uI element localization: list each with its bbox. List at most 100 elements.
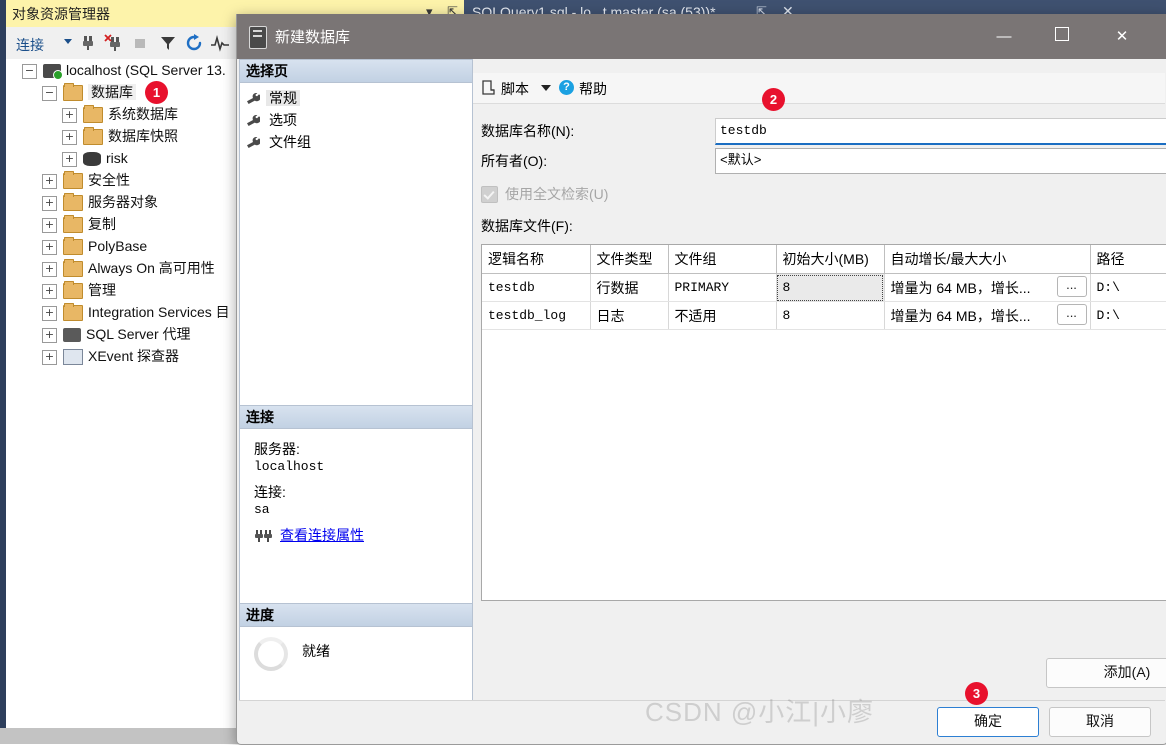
selection-page-options[interactable]: 选项	[246, 109, 472, 131]
col-file-type[interactable]: 文件类型	[590, 245, 669, 274]
cell-path[interactable]: D:\	[1090, 301, 1166, 330]
tree-node-label: SQL Server 代理	[86, 326, 191, 342]
filter-icon[interactable]	[158, 33, 178, 53]
db-name-input[interactable]: testdb	[715, 118, 1166, 145]
tree-node-label: 管理	[88, 282, 116, 298]
close-button[interactable]: ✕	[1099, 14, 1145, 59]
dialog-right-top-spacer	[473, 59, 1165, 73]
view-connection-properties-link[interactable]: 查看连接属性	[280, 527, 364, 543]
minimize-button[interactable]: —	[981, 14, 1027, 59]
folder-icon	[83, 105, 103, 124]
cell-file-type[interactable]: 行数据	[590, 273, 669, 302]
cancel-button[interactable]: 取消	[1049, 707, 1151, 737]
expander-icon[interactable]: −	[42, 85, 57, 101]
expander-icon[interactable]: +	[62, 107, 77, 123]
disconnect-icon[interactable]	[104, 33, 124, 53]
help-icon[interactable]: ?	[559, 80, 574, 95]
selection-page-list[interactable]: 常规 选项 文件组	[240, 83, 472, 153]
object-explorer-title: 对象资源管理器	[12, 6, 110, 22]
expander-icon[interactable]: +	[42, 239, 57, 255]
table-row[interactable]: testdb_log 日志 不适用 8 增量为 64 MB，增长... ... …	[482, 301, 1166, 330]
expander-icon[interactable]: +	[42, 173, 57, 189]
wrench-icon	[246, 92, 262, 106]
server-value: localhost	[254, 459, 325, 474]
expander-icon[interactable]: −	[22, 63, 37, 79]
activity-monitor-icon[interactable]	[210, 33, 230, 53]
expander-icon[interactable]: +	[42, 195, 57, 211]
autogrowth-browse-button[interactable]: ...	[1056, 276, 1087, 297]
wrench-icon	[246, 136, 262, 150]
selection-page-label: 文件组	[269, 134, 311, 150]
cell-initial-size[interactable]: 8	[776, 301, 885, 330]
col-logical-name[interactable]: 逻辑名称	[482, 245, 591, 274]
ok-button[interactable]: 确定	[937, 707, 1039, 737]
server-icon	[43, 64, 63, 81]
db-name-label: 数据库名称(N):	[481, 123, 575, 139]
xevent-icon	[63, 349, 83, 366]
chevron-down-icon[interactable]	[541, 85, 551, 91]
owner-input[interactable]: <默认>	[715, 148, 1166, 174]
autogrowth-browse-button[interactable]: ...	[1056, 304, 1087, 325]
cell-filegroup[interactable]: PRIMARY	[668, 273, 777, 302]
cell-initial-size[interactable]: 8	[776, 273, 885, 302]
expander-icon[interactable]: +	[42, 261, 57, 277]
help-button-label[interactable]: 帮助	[579, 79, 607, 99]
owner-label: 所有者(O):	[481, 153, 548, 169]
tree-node-label: 数据库	[88, 84, 136, 100]
marker-badge-1: 1	[145, 80, 168, 104]
folder-icon	[63, 237, 83, 256]
cell-logical-name[interactable]: testdb_log	[482, 301, 591, 330]
marker-badge-3: 3	[965, 682, 988, 705]
selection-page-general[interactable]: 常规	[246, 87, 472, 109]
database-icon	[83, 152, 101, 167]
cell-path[interactable]: D:\	[1090, 273, 1166, 302]
marker-badge-2: 2	[762, 88, 785, 111]
expander-icon[interactable]: +	[42, 283, 57, 299]
col-initial-size[interactable]: 初始大小(MB)	[776, 245, 885, 274]
db-files-label: 数据库文件(F):	[481, 218, 573, 234]
connection-section: 连接 服务器: localhost 连接: sa 查看连接属性	[240, 405, 472, 545]
cell-logical-name[interactable]: testdb	[482, 273, 591, 302]
selection-page-label: 常规	[266, 90, 300, 106]
maximize-button[interactable]	[1039, 14, 1085, 59]
script-button-label[interactable]: 脚本	[501, 79, 529, 99]
folder-icon	[83, 127, 103, 146]
stop-icon	[130, 33, 150, 53]
tree-node-label: 复制	[88, 216, 116, 232]
script-toolbar: 脚本 ? 帮助	[473, 73, 1165, 104]
chevron-down-icon[interactable]	[64, 39, 72, 44]
folder-icon	[63, 259, 83, 278]
dialog-titlebar[interactable]: 新建数据库 — ✕	[237, 14, 1166, 59]
agent-icon	[63, 328, 81, 343]
folder-icon	[63, 303, 83, 322]
selection-page-filegroups[interactable]: 文件组	[246, 131, 472, 153]
progress-header: 进度	[240, 603, 472, 627]
cell-file-type[interactable]: 日志	[590, 301, 669, 330]
autogrowth-text: 增量为 64 MB，增长...	[890, 307, 1031, 324]
cell-filegroup[interactable]: 不适用	[668, 301, 777, 330]
refresh-icon[interactable]	[184, 33, 204, 53]
tree-node-label: XEvent 探查器	[88, 348, 180, 364]
expander-icon[interactable]: +	[62, 151, 77, 167]
expander-icon[interactable]: +	[62, 129, 77, 145]
cell-autogrowth[interactable]: 增量为 64 MB，增长... ...	[884, 273, 1091, 302]
col-autogrowth[interactable]: 自动增长/最大大小	[884, 245, 1091, 274]
progress-section: 进度 就绪	[240, 603, 472, 701]
add-button[interactable]: 添加(A)	[1046, 658, 1166, 688]
expander-icon[interactable]: +	[42, 349, 57, 365]
cell-autogrowth[interactable]: 增量为 64 MB，增长... ...	[884, 301, 1091, 330]
connect-button-label[interactable]: 连接	[16, 35, 44, 55]
folder-icon	[63, 193, 83, 212]
expander-icon[interactable]: +	[42, 327, 57, 343]
connect-icon[interactable]	[78, 33, 98, 53]
database-files-grid[interactable]: 逻辑名称 文件类型 文件组 初始大小(MB) 自动增长/最大大小 路径 test…	[481, 244, 1166, 601]
expander-icon[interactable]: +	[42, 217, 57, 233]
col-path[interactable]: 路径	[1090, 245, 1166, 274]
col-filegroup[interactable]: 文件组	[668, 245, 777, 274]
script-icon[interactable]	[481, 80, 496, 95]
progress-body: 就绪	[240, 627, 472, 701]
expander-icon[interactable]: +	[42, 305, 57, 321]
view-connection-properties-row[interactable]: 查看连接属性	[254, 525, 472, 545]
selection-page-header: 选择页	[240, 60, 472, 83]
table-row[interactable]: testdb 行数据 PRIMARY 8 增量为 64 MB，增长... ...…	[482, 273, 1166, 302]
